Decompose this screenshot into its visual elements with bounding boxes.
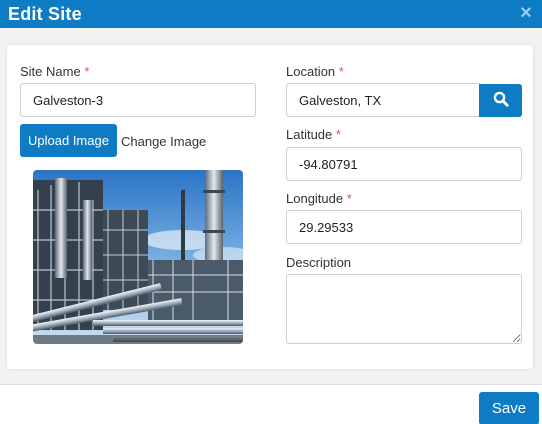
- longitude-input[interactable]: [286, 210, 522, 244]
- dialog-titlebar: Edit Site ×: [0, 0, 542, 28]
- footer-divider: [0, 384, 542, 385]
- location-label: Location *: [286, 64, 344, 79]
- location-search-button[interactable]: [479, 84, 522, 117]
- required-mark: *: [335, 127, 341, 142]
- dialog-title: Edit Site: [8, 3, 82, 24]
- close-icon[interactable]: ×: [516, 2, 536, 24]
- latitude-label-text: Latitude: [286, 127, 333, 142]
- site-name-label: Site Name *: [20, 64, 89, 79]
- search-icon: [493, 91, 509, 110]
- site-image: [33, 170, 243, 344]
- location-input[interactable]: [286, 83, 480, 117]
- description-textarea[interactable]: [286, 274, 522, 344]
- site-name-label-text: Site Name: [20, 64, 81, 79]
- description-label-text: Description: [286, 255, 352, 270]
- latitude-label: Latitude *: [286, 127, 341, 142]
- save-button[interactable]: Save: [479, 392, 539, 424]
- latitude-input[interactable]: [286, 147, 522, 181]
- required-mark: *: [84, 64, 90, 79]
- required-mark: *: [338, 64, 344, 79]
- required-mark: *: [346, 191, 352, 206]
- longitude-label-text: Longitude: [286, 191, 344, 206]
- change-image-link[interactable]: Change Image: [121, 134, 206, 149]
- longitude-label: Longitude *: [286, 191, 352, 206]
- site-name-input[interactable]: [20, 83, 256, 117]
- upload-image-button[interactable]: Upload Image: [20, 124, 117, 157]
- location-label-text: Location: [286, 64, 336, 79]
- description-label: Description: [286, 255, 351, 270]
